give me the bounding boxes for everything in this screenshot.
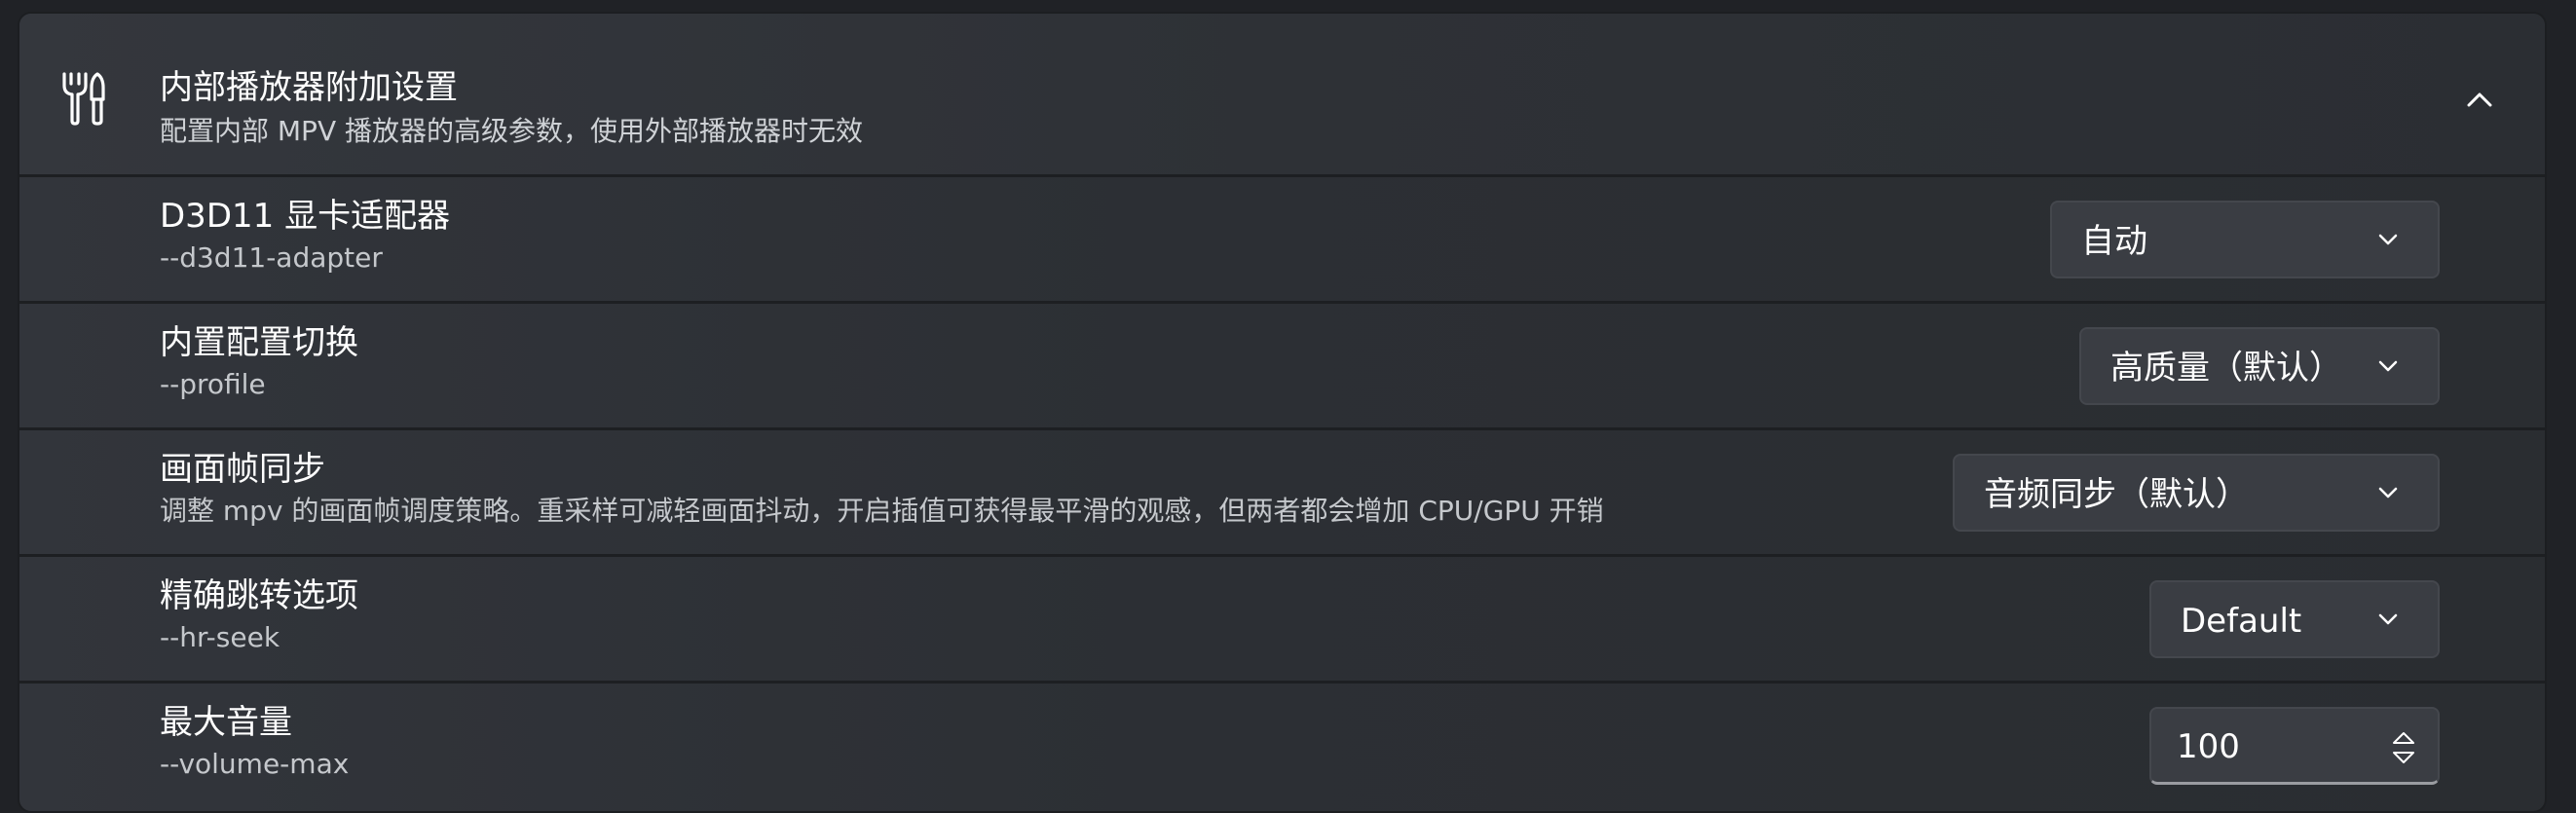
section-title: 内部播放器附加设置 — [160, 68, 458, 107]
chevron-down-icon — [2378, 360, 2398, 372]
chevron-up-icon — [2467, 92, 2492, 107]
dropdown-value: 音频同步（默认） — [1984, 475, 2249, 514]
expander-header[interactable]: 内部播放器附加设置 配置内部 MPV 播放器的高级参数，使用外部播放器时无效 — [19, 14, 2545, 177]
spin-updown-icon[interactable] — [2389, 730, 2418, 765]
profile-dropdown[interactable]: 高质量（默认） — [2079, 327, 2440, 405]
setting-title: 内置配置切换 — [160, 323, 358, 362]
wrench-screwdriver-icon — [62, 72, 105, 126]
hr-seek-dropdown[interactable]: Default — [2149, 580, 2440, 658]
setting-title: 画面帧同步 — [160, 450, 325, 489]
setting-title: 最大音量 — [160, 703, 292, 742]
setting-row-d3d11-adapter: D3D11 显卡适配器 --d3d11-adapter 自动 — [19, 177, 2545, 304]
setting-subtitle: --d3d11-adapter — [160, 241, 383, 274]
number-value: 100 — [2177, 727, 2240, 766]
setting-title: D3D11 显卡适配器 — [160, 197, 451, 236]
chevron-down-icon — [2378, 487, 2398, 499]
d3d11-adapter-dropdown[interactable]: 自动 — [2050, 201, 2440, 278]
chevron-down-icon — [2378, 234, 2398, 245]
setting-subtitle: --hr-seek — [160, 621, 280, 653]
setting-row-hr-seek: 精确跳转选项 --hr-seek Default — [19, 557, 2545, 684]
dropdown-value: Default — [2181, 602, 2302, 641]
setting-subtitle: 调整 mpv 的画面帧调度策略。重采样可减轻画面抖动，开启插值可获得最平滑的观感… — [160, 495, 1604, 527]
setting-row-frame-sync: 画面帧同步 调整 mpv 的画面帧调度策略。重采样可减轻画面抖动，开启插值可获得… — [19, 430, 2545, 557]
volume-max-number-box[interactable]: 100 — [2149, 707, 2440, 785]
dropdown-value: 高质量（默认） — [2110, 349, 2342, 388]
setting-title: 精确跳转选项 — [160, 576, 358, 615]
section-description: 配置内部 MPV 播放器的高级参数，使用外部播放器时无效 — [160, 115, 864, 147]
settings-expander: 内部播放器附加设置 配置内部 MPV 播放器的高级参数，使用外部播放器时无效 D… — [18, 12, 2547, 813]
frame-sync-dropdown[interactable]: 音频同步（默认） — [1953, 454, 2440, 532]
setting-subtitle: --volume-max — [160, 748, 350, 780]
dropdown-value: 自动 — [2081, 222, 2147, 261]
setting-row-profile: 内置配置切换 --profile 高质量（默认） — [19, 304, 2545, 430]
chevron-down-icon — [2378, 613, 2398, 625]
collapse-button[interactable] — [2460, 80, 2499, 119]
setting-row-volume-max: 最大音量 --volume-max 100 — [19, 684, 2545, 810]
setting-subtitle: --profile — [160, 368, 266, 400]
